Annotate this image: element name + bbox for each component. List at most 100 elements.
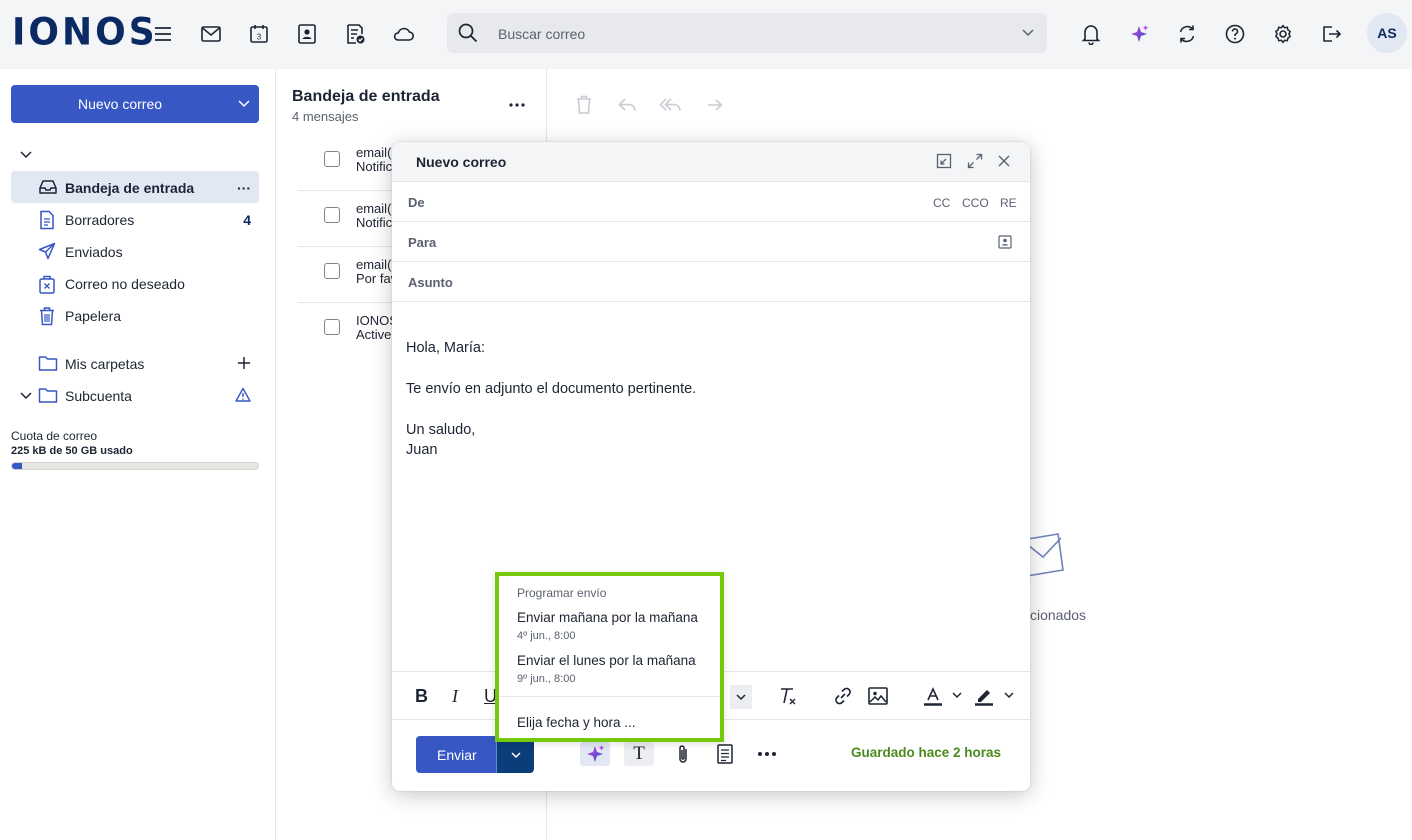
- sidebar-divider: [275, 69, 276, 840]
- message-subject: Notific: [356, 215, 393, 230]
- sidebar-item-inbox[interactable]: Bandeja de entrada ···: [11, 171, 259, 203]
- avatar[interactable]: AS: [1367, 13, 1407, 53]
- folder-icon: [38, 354, 58, 372]
- bcc-button[interactable]: CCO: [962, 196, 989, 210]
- search-bar[interactable]: Buscar correo: [447, 13, 1047, 53]
- text-format-button[interactable]: T: [624, 742, 654, 766]
- reply-to-button[interactable]: RE: [1000, 196, 1017, 210]
- settings-icon[interactable]: [1270, 21, 1296, 47]
- message-checkbox[interactable]: [324, 207, 340, 223]
- insert-image-icon[interactable]: [867, 685, 889, 707]
- from-field[interactable]: De CC CCO RE: [392, 182, 1030, 222]
- ai-sparkle-icon[interactable]: [580, 742, 610, 766]
- sidebar-item-label: Bandeja de entrada: [65, 180, 195, 196]
- quota-value: 225 kB de 50 GB usado: [11, 445, 133, 457]
- chevron-down-icon[interactable]: [237, 96, 251, 110]
- quota-label: Cuota de correo: [11, 429, 98, 443]
- highlight-color-icon[interactable]: [973, 685, 995, 707]
- collapse-account-icon[interactable]: [19, 147, 33, 161]
- chevron-down-icon[interactable]: [951, 689, 963, 701]
- send-button[interactable]: Enviar: [416, 736, 496, 773]
- send-label[interactable]: Enviar: [437, 747, 477, 763]
- message-checkbox[interactable]: [324, 151, 340, 167]
- text-color-icon[interactable]: [922, 685, 944, 707]
- sidebar-item-label: Correo no deseado: [65, 276, 185, 292]
- ai-sparkle-icon[interactable]: [1126, 21, 1152, 47]
- add-folder-icon[interactable]: [237, 356, 251, 370]
- schedule-tomorrow-time: 4º jun., 8:00: [517, 630, 576, 642]
- sidebar-item-label: Borradores: [65, 212, 135, 228]
- mail-icon[interactable]: [198, 21, 224, 47]
- schedule-monday-option[interactable]: Enviar el lunes por la mañana: [517, 653, 696, 668]
- delete-icon[interactable]: [574, 94, 594, 116]
- chevron-down-icon[interactable]: [19, 388, 33, 402]
- address-book-icon[interactable]: [998, 235, 1012, 249]
- maximize-icon[interactable]: [967, 153, 983, 169]
- sidebar-item-sent[interactable]: Enviados: [11, 235, 259, 267]
- sidebar-item-drafts[interactable]: Borradores 4: [11, 203, 259, 235]
- ionos-logo[interactable]: IONOS: [12, 13, 158, 53]
- sync-icon[interactable]: [1174, 21, 1200, 47]
- minimize-icon[interactable]: [936, 153, 952, 169]
- subject-label: Asunto: [408, 275, 453, 290]
- quota-progress-fill: [12, 463, 22, 469]
- sidebar-item-spam[interactable]: Correo no deseado: [11, 267, 259, 299]
- message-checkbox[interactable]: [324, 319, 340, 335]
- sidebar-item-label: Enviados: [65, 244, 123, 260]
- italic-button[interactable]: I: [452, 686, 458, 707]
- cc-button[interactable]: CC: [933, 196, 950, 210]
- forward-icon[interactable]: [705, 94, 725, 116]
- quota-progress-bar: [11, 462, 259, 470]
- sidebar-item-label: Subcuenta: [65, 388, 132, 404]
- to-field[interactable]: Para: [392, 222, 1030, 262]
- tasks-icon[interactable]: [342, 21, 368, 47]
- message-checkbox[interactable]: [324, 263, 340, 279]
- schedule-send-menu[interactable]: Programar envío Enviar mañana por la mañ…: [495, 572, 724, 742]
- sidebar-item-subaccount[interactable]: Subcuenta: [11, 379, 259, 411]
- more-icon[interactable]: [752, 742, 782, 766]
- search-placeholder[interactable]: Buscar correo: [498, 26, 585, 42]
- chevron-down-icon[interactable]: [1003, 689, 1015, 701]
- compose-header: Nuevo correo: [392, 142, 1030, 182]
- message-count: 4 mensajes: [292, 109, 359, 124]
- subject-field[interactable]: Asunto: [392, 262, 1030, 302]
- sidebar-item-trash[interactable]: Papelera: [11, 299, 259, 331]
- reply-all-icon[interactable]: [659, 94, 683, 116]
- message-sender: email(: [356, 257, 392, 272]
- schedule-tomorrow-option[interactable]: Enviar mañana por la mañana: [517, 610, 698, 625]
- cloud-icon[interactable]: [390, 21, 416, 47]
- reply-icon[interactable]: [617, 94, 637, 116]
- sidebar-item-my-folders[interactable]: Mis carpetas: [11, 347, 259, 379]
- bell-icon[interactable]: [1078, 21, 1104, 47]
- contacts-icon[interactable]: [294, 21, 320, 47]
- sidebar-item-label: Mis carpetas: [65, 356, 145, 372]
- clear-format-icon[interactable]: [778, 685, 798, 707]
- help-icon[interactable]: [1222, 21, 1248, 47]
- search-icon[interactable]: [457, 22, 479, 44]
- body-line: Te envío en adjunto el documento pertine…: [406, 381, 697, 397]
- chevron-down-icon[interactable]: [1021, 25, 1035, 39]
- new-mail-label[interactable]: Nuevo correo: [11, 96, 229, 112]
- empty-state-text: cionados: [1030, 607, 1087, 623]
- bold-button[interactable]: B: [415, 686, 428, 707]
- schedule-custom-option[interactable]: Elija fecha y hora ...: [517, 715, 636, 730]
- menu-divider: [499, 696, 720, 697]
- schedule-monday-time: 9º jun., 8:00: [517, 673, 576, 685]
- message-subject: Por fav: [356, 271, 398, 286]
- more-icon[interactable]: [508, 96, 526, 114]
- trash-icon: [38, 306, 56, 326]
- inbox-icon: [38, 178, 58, 196]
- attachment-icon[interactable]: [668, 742, 698, 766]
- template-icon[interactable]: [710, 742, 740, 766]
- calendar-icon[interactable]: 3: [246, 21, 272, 47]
- close-icon[interactable]: [996, 153, 1012, 169]
- calendar-day: 3: [257, 33, 262, 42]
- warning-icon[interactable]: [235, 387, 251, 403]
- folder-more-button[interactable]: ···: [237, 180, 251, 196]
- logout-icon[interactable]: [1318, 21, 1344, 47]
- saved-status: Guardado hace 2 horas: [851, 745, 1002, 760]
- link-icon[interactable]: [832, 685, 854, 707]
- chevron-down-icon[interactable]: [730, 685, 752, 709]
- new-mail-button[interactable]: Nuevo correo: [11, 85, 259, 123]
- menu-icon[interactable]: [150, 21, 176, 47]
